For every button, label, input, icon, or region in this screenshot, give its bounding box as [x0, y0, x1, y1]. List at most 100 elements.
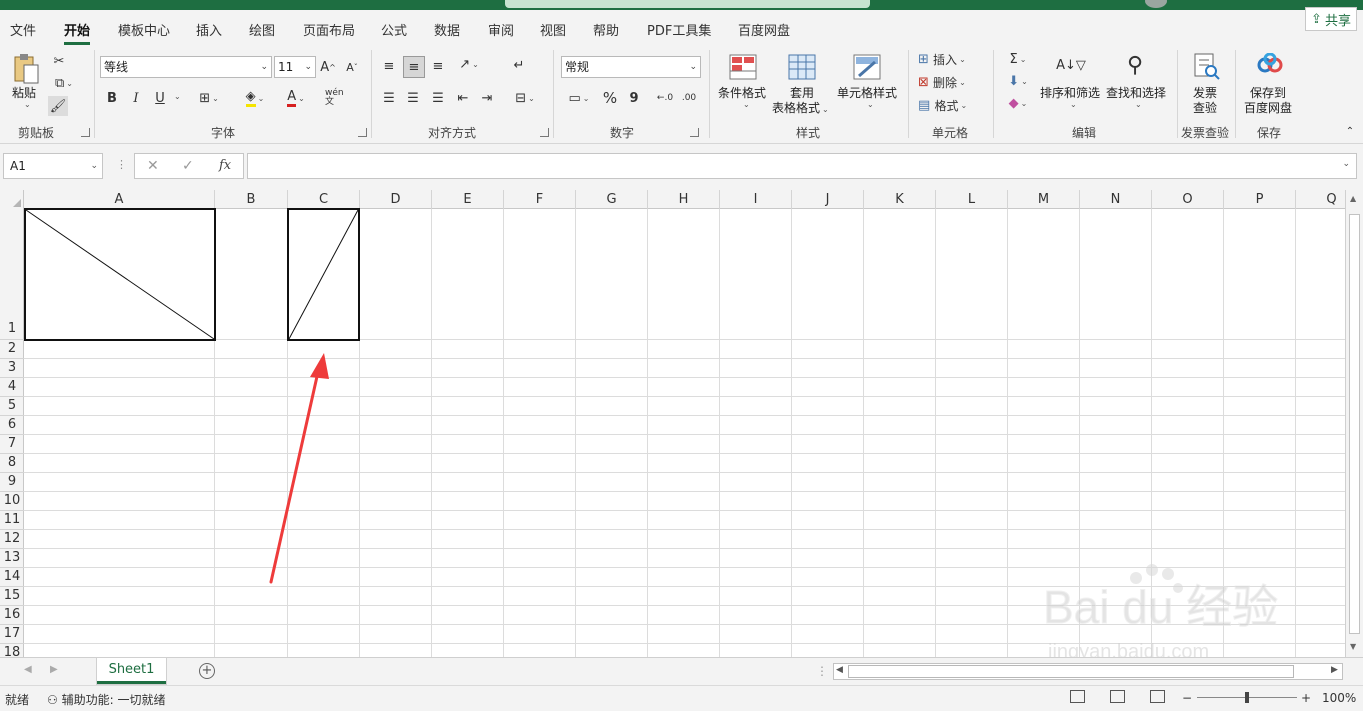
font-color-icon[interactable]: A ⌄ [280, 88, 312, 108]
align-right-icon[interactable]: ☰ [429, 88, 447, 108]
row-header-13[interactable]: 13 [0, 549, 24, 568]
column-header-n[interactable]: N [1080, 190, 1152, 209]
tab-0[interactable]: 文件 [10, 20, 36, 39]
row-header-1[interactable]: 1 [0, 209, 24, 340]
column-header-d[interactable]: D [360, 190, 432, 209]
invoice-check-icon[interactable] [1190, 50, 1222, 82]
increase-indent-icon[interactable]: ⇥ [478, 88, 496, 108]
format-painter-icon[interactable]: 🖌 [48, 96, 68, 116]
tab-5[interactable]: 页面布局 [303, 20, 355, 39]
alignment-launcher[interactable] [540, 128, 549, 137]
tab-6[interactable]: 公式 [381, 20, 407, 39]
tab-1[interactable]: 开始 [64, 20, 91, 45]
row-header-2[interactable]: 2 [0, 340, 24, 359]
row-header-18[interactable]: 18 [0, 644, 24, 657]
row-header-10[interactable]: 10 [0, 492, 24, 511]
horizontal-scrollbar[interactable]: ◀ ▶ [833, 663, 1343, 680]
baidu-netdisk-icon[interactable] [1254, 50, 1286, 80]
column-header-c[interactable]: C [288, 190, 360, 209]
scroll-right-icon[interactable]: ▶ [1331, 665, 1338, 675]
column-header-e[interactable]: E [432, 190, 504, 209]
column-header-f[interactable]: F [504, 190, 576, 209]
sheet-prev-icon[interactable]: ◀ [24, 664, 32, 675]
zoom-slider-knob[interactable] [1245, 692, 1249, 703]
insert-function-button[interactable]: fx [219, 158, 231, 173]
column-header-p[interactable]: P [1224, 190, 1296, 209]
accounting-format-icon[interactable]: ▭ ⌄ [562, 88, 596, 108]
cancel-icon[interactable]: ✕ [147, 158, 159, 174]
percent-button[interactable]: % [600, 88, 620, 108]
zoom-in-icon[interactable]: + [1301, 691, 1311, 705]
row-header-8[interactable]: 8 [0, 454, 24, 473]
tab-12[interactable]: 百度网盘 [738, 20, 790, 39]
user-avatar[interactable] [1145, 0, 1167, 8]
format-cells-button[interactable]: ▤ 格式 ⌄ [918, 96, 980, 114]
decrease-indent-icon[interactable]: ⇤ [454, 88, 472, 108]
cut-icon[interactable]: ✂ [50, 52, 68, 70]
insert-cells-button[interactable]: ⊞ 插入 ⌄ [918, 50, 980, 68]
row-header-16[interactable]: 16 [0, 606, 24, 625]
row-header-5[interactable]: 5 [0, 397, 24, 416]
tab-2[interactable]: 模板中心 [118, 20, 170, 39]
select-all-corner[interactable] [0, 190, 24, 209]
cell-styles-icon[interactable] [852, 52, 882, 82]
clipboard-launcher[interactable] [81, 128, 90, 137]
italic-button[interactable]: I [128, 88, 144, 108]
tab-4[interactable]: 绘图 [249, 20, 275, 39]
tab-8[interactable]: 审阅 [488, 20, 514, 39]
wrap-text-icon[interactable]: ↵ [508, 54, 530, 76]
add-sheet-icon[interactable]: + [199, 663, 215, 679]
column-header-a[interactable]: A [24, 190, 215, 209]
align-top-icon[interactable]: ≡ [380, 56, 398, 76]
row-header-14[interactable]: 14 [0, 568, 24, 587]
name-box[interactable]: A1 ⌄ [3, 153, 103, 179]
align-middle-icon[interactable]: ≡ [403, 56, 425, 78]
phonetic-icon[interactable]: wén 文 [325, 86, 355, 110]
page-layout-view-icon[interactable] [1110, 690, 1125, 703]
font-size-combo[interactable]: 11 ⌄ [274, 56, 316, 78]
number-launcher[interactable] [690, 128, 699, 137]
row-header-3[interactable]: 3 [0, 359, 24, 378]
page-break-view-icon[interactable] [1150, 690, 1165, 703]
fill-icon[interactable]: ⬇ ⌄ [1003, 72, 1033, 90]
underline-button[interactable]: U [152, 88, 168, 108]
paste-icon[interactable] [10, 52, 44, 86]
accessibility-status[interactable]: ⚇ 辅助功能: 一切就绪 [47, 691, 165, 708]
tab-3[interactable]: 插入 [196, 20, 222, 39]
clear-icon[interactable]: ◆ ⌄ [1003, 94, 1033, 112]
bold-button[interactable]: B [104, 88, 120, 108]
formula-input[interactable]: ⌄ [247, 153, 1357, 179]
sheet-tab-sheet1[interactable]: Sheet1 [97, 658, 166, 684]
delete-cells-button[interactable]: ⊠ 删除 ⌄ [918, 73, 980, 91]
column-header-i[interactable]: I [720, 190, 792, 209]
collapse-ribbon-icon[interactable]: ⌃ [1343, 124, 1357, 138]
normal-view-icon[interactable] [1070, 690, 1085, 703]
merge-center-icon[interactable]: ⊟ ⌄ [508, 88, 542, 108]
font-name-combo[interactable]: 等线 ⌄ [100, 56, 272, 78]
zoom-level[interactable]: 100% [1322, 691, 1356, 705]
row-header-9[interactable]: 9 [0, 473, 24, 492]
row-header-6[interactable]: 6 [0, 416, 24, 435]
number-format-combo[interactable]: 常规 ⌄ [561, 56, 701, 78]
align-left-icon[interactable]: ☰ [380, 88, 398, 108]
column-header-m[interactable]: M [1008, 190, 1080, 209]
column-header-g[interactable]: G [576, 190, 648, 209]
enter-icon[interactable]: ✓ [182, 158, 194, 174]
scroll-down-icon[interactable]: ▼ [1350, 642, 1356, 651]
font-launcher[interactable] [358, 128, 367, 137]
row-header-12[interactable]: 12 [0, 530, 24, 549]
tab-10[interactable]: 帮助 [593, 20, 619, 39]
column-header-h[interactable]: H [648, 190, 720, 209]
cell-area[interactable] [24, 209, 1345, 657]
vertical-scrollbar[interactable]: ▲ ▼ [1345, 190, 1363, 657]
horizontal-scroll-thumb[interactable] [848, 665, 1294, 678]
align-bottom-icon[interactable]: ≡ [429, 56, 447, 76]
sheet-next-icon[interactable]: ▶ [50, 664, 58, 675]
format-as-table-icon[interactable] [787, 52, 817, 82]
shrink-font-button[interactable]: Aˇ [344, 56, 360, 78]
column-header-b[interactable]: B [215, 190, 288, 209]
column-header-j[interactable]: J [792, 190, 864, 209]
column-header-k[interactable]: K [864, 190, 936, 209]
orientation-icon[interactable]: ↗ ⌄ [453, 54, 485, 74]
align-center-icon[interactable]: ☰ [404, 88, 422, 108]
